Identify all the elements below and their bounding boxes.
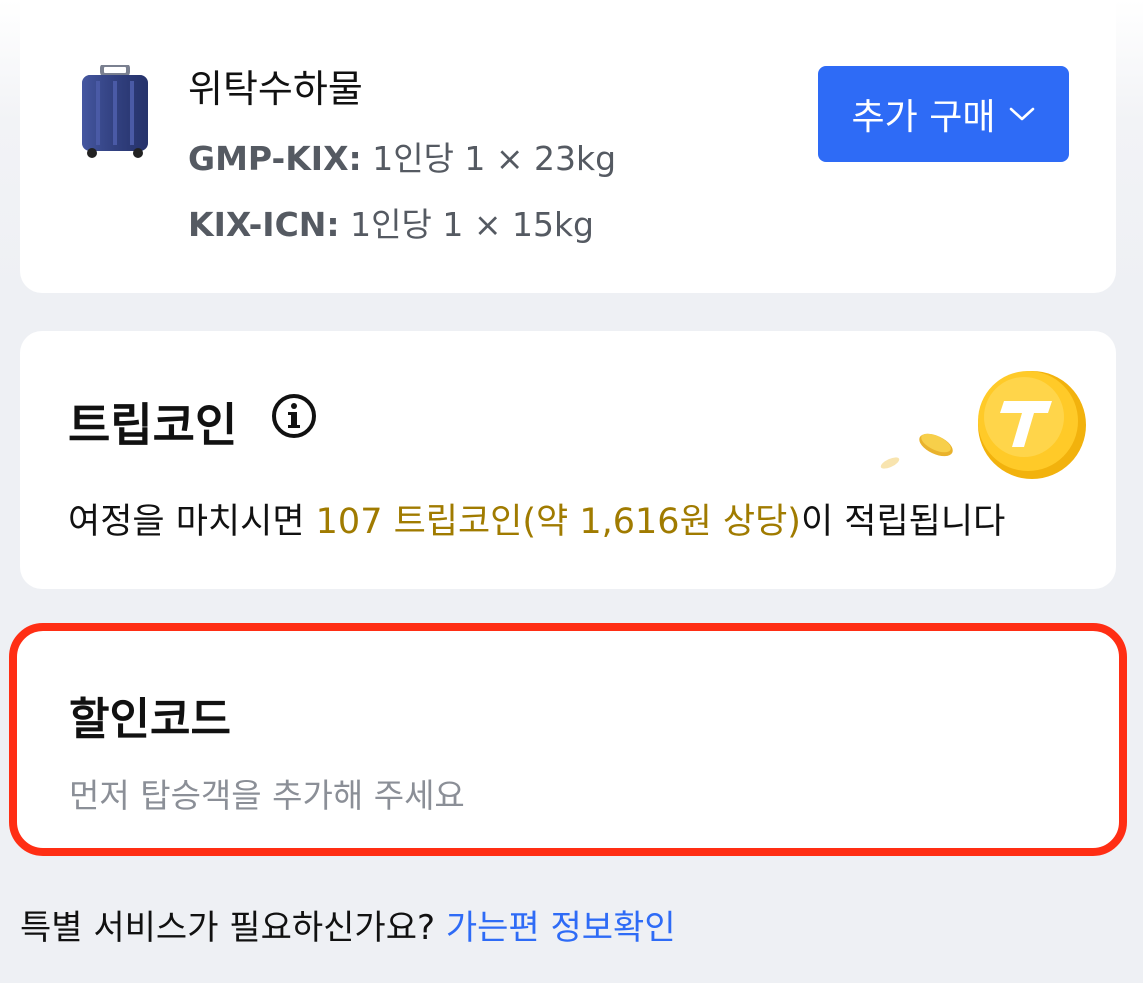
special-service-row: 특별 서비스가 필요하신가요? 가는편 정보확인: [20, 900, 676, 949]
tripcoin-desc-suffix: 이 적립됩니다: [800, 502, 1006, 542]
suitcase-icon: [82, 65, 148, 158]
baggage-title: 위탁수하물: [188, 67, 363, 111]
buy-button-label: 추가 구매: [851, 97, 996, 138]
route-code: KIX-ICN:: [188, 205, 340, 244]
special-service-question: 특별 서비스가 필요하신가요?: [20, 908, 436, 948]
info-icon[interactable]: [271, 393, 317, 439]
discount-code-card[interactable]: 할인코드 먼저 탑승객을 추가해 주세요: [9, 623, 1127, 856]
tripcoin-icon: [880, 371, 1086, 479]
baggage-route-row: KIX-ICN: 1인당 1 × 15kg: [188, 198, 594, 246]
route-allowance: 1인당 1 × 15kg: [350, 205, 595, 244]
tripcoin-amount: 107 트립코인(약 1,616원 상당): [315, 502, 801, 542]
route-allowance: 1인당 1 × 23kg: [372, 139, 617, 178]
discount-code-subtitle: 먼저 탑승객을 추가해 주세요: [69, 776, 465, 815]
baggage-card: 위탁수하물 GMP-KIX: 1인당 1 × 23kg KIX-ICN: 1인당…: [20, 0, 1116, 293]
tripcoin-description: 여정을 마치시면 107 트립코인(약 1,616원 상당)이 적립됩니다: [68, 493, 1005, 544]
route-code: GMP-KIX:: [188, 139, 362, 178]
baggage-route-row: GMP-KIX: 1인당 1 × 23kg: [188, 132, 616, 180]
buy-extra-baggage-button[interactable]: 추가 구매: [818, 66, 1069, 162]
tripcoin-title: 트립코인: [68, 398, 238, 452]
chevron-down-icon: [1010, 107, 1035, 121]
tripcoin-card: 트립코인 여정을 마치시면 107 트립코인(약 1,616원 상당)이 적립됩…: [20, 331, 1116, 589]
discount-code-title: 할인코드: [69, 694, 231, 745]
tripcoin-desc-prefix: 여정을 마치시면: [68, 502, 316, 542]
outbound-info-link[interactable]: 가는편 정보확인: [446, 908, 676, 948]
